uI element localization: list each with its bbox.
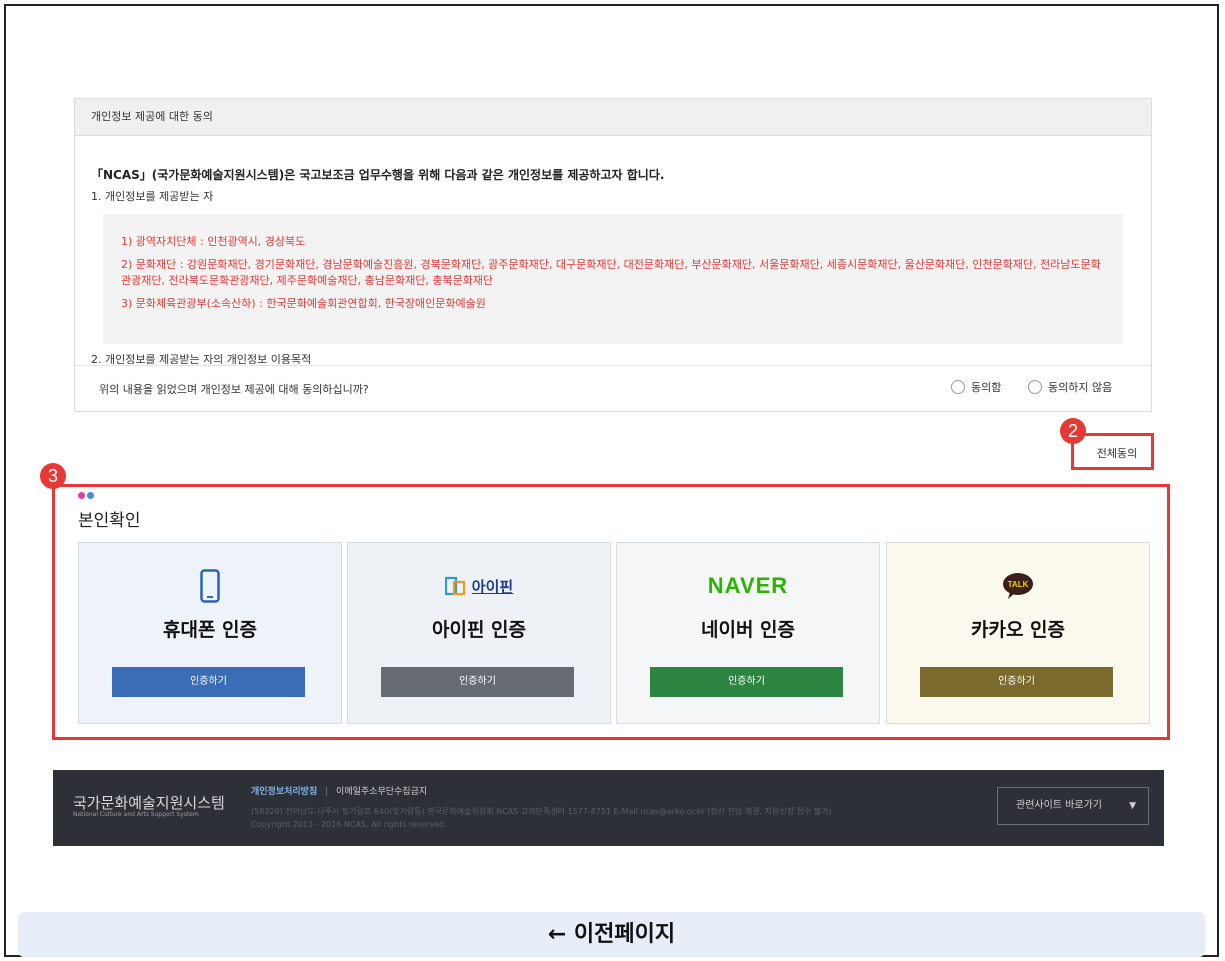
consent-intro: 「NCAS」(국가문화예술지원시스템)은 국고보조금 업무수행을 위해 다음과 … [91, 168, 665, 182]
kakao-logo-text: TALK [1008, 580, 1029, 589]
smartphone-icon [79, 569, 341, 603]
phone-auth-button[interactable]: 인증하기 [112, 667, 305, 697]
consent-body[interactable]: 「NCAS」(국가문화예술지원시스템)은 국고보조금 업무수행을 위해 다음과 … [75, 166, 1151, 364]
disagree-label: 동의하지 않음 [1048, 381, 1113, 394]
all-agree-button[interactable]: 전체동의 [1081, 441, 1153, 467]
annotation-marker-3: 3 [40, 463, 66, 489]
dot-pink [78, 492, 85, 499]
ipin-logo-text: 아이핀 [471, 577, 514, 596]
ipin-auth-button[interactable]: 인증하기 [381, 667, 574, 697]
email-policy-link[interactable]: 이메일주소무단수집금지 [336, 787, 427, 797]
caret-down-icon: ▼ [1129, 801, 1136, 811]
card-title: 휴대폰 인증 [162, 619, 257, 641]
section-dots-icon [78, 492, 96, 499]
site-footer: 국가문화예술지원시스템 National Culture and Arts Su… [53, 770, 1164, 846]
card-title: 카카오 인증 [970, 619, 1065, 641]
recipient-item: 3) 문화체육관광부(소속산하) : 한국문화예술회관연합회, 한국장애인문화예… [121, 297, 486, 310]
consent-section-2: 2. 개인정보를 제공받는 자의 개인정보 이용목적 [91, 354, 312, 364]
privacy-policy-link[interactable]: 개인정보처리방침 [251, 787, 317, 797]
kakao-talk-icon: TALK [887, 569, 1149, 603]
radio-circle-icon[interactable] [951, 380, 965, 394]
footer-address: (58326) 전라남도 나주시 빛가람로 640(빛가람동) 한국문화예술위원… [251, 807, 832, 816]
ipin-logo: 아이핀 [348, 569, 610, 603]
agree-label: 동의함 [971, 381, 1002, 394]
recipient-item: 2) 문화재단 : 강원문화재단, 경기문화재단, 경남문화예술진흥원, 경북문… [121, 258, 1101, 287]
card-phone-auth: 휴대폰 인증 인증하기 [78, 542, 342, 724]
previous-page-button[interactable]: ← 이전페이지 [18, 912, 1205, 957]
card-title: 아이핀 인증 [431, 619, 526, 641]
consent-section-1: 1. 개인정보를 제공받는 자 [91, 190, 214, 203]
consent-panel: 개인정보 제공에 대한 동의 「NCAS」(국가문화예술지원시스템)은 국고보조… [74, 98, 1152, 412]
related-sites-select[interactable]: 관련사이트 바로가기 ▼ [997, 787, 1149, 825]
consent-question: 위의 내용을 읽었으며 개인정보 제공에 대해 동의하십니까? [99, 383, 369, 396]
footer-copyright: Copyright 2013 - 2016 NCAS. All rights r… [251, 820, 447, 829]
footer-separator: | [325, 787, 329, 797]
agree-radio[interactable]: 동의함 [951, 379, 1001, 395]
consent-question-row: 위의 내용을 읽었으며 개인정보 제공에 대해 동의하십니까? 동의함 동의하지… [75, 365, 1151, 412]
footer-title: 국가문화예술지원시스템 [73, 794, 225, 812]
card-title: 네이버 인증 [700, 619, 795, 641]
naver-logo: NAVER [617, 569, 879, 603]
recipient-item: 1) 광역자치단체 : 인천광역시, 경상북도 [121, 235, 306, 248]
card-ipin-auth: 아이핀 아이핀 인증 인증하기 [347, 542, 611, 724]
disagree-radio[interactable]: 동의하지 않음 [1028, 379, 1112, 395]
card-kakao-auth: TALK 카카오 인증 인증하기 [886, 542, 1150, 724]
radio-circle-icon[interactable] [1028, 380, 1042, 394]
consent-header: 개인정보 제공에 대한 동의 [75, 99, 1151, 136]
footer-subtitle: National Culture and Arts Support System [73, 811, 199, 818]
naver-auth-button[interactable]: 인증하기 [650, 667, 843, 697]
recipients-box: 1) 광역자치단체 : 인천광역시, 경상북도 2) 문화재단 : 강원문화재단… [103, 214, 1123, 344]
kakao-auth-button[interactable]: 인증하기 [920, 667, 1113, 697]
identity-section-title: 본인확인 [78, 511, 141, 531]
footer-links: 개인정보처리방침 | 이메일주소무단수집금지 [251, 784, 427, 797]
naver-logo-text: NAVER [707, 573, 789, 598]
related-sites-label: 관련사이트 바로가기 [1016, 800, 1102, 811]
dot-blue [87, 492, 94, 499]
card-naver-auth: NAVER 네이버 인증 인증하기 [616, 542, 880, 724]
